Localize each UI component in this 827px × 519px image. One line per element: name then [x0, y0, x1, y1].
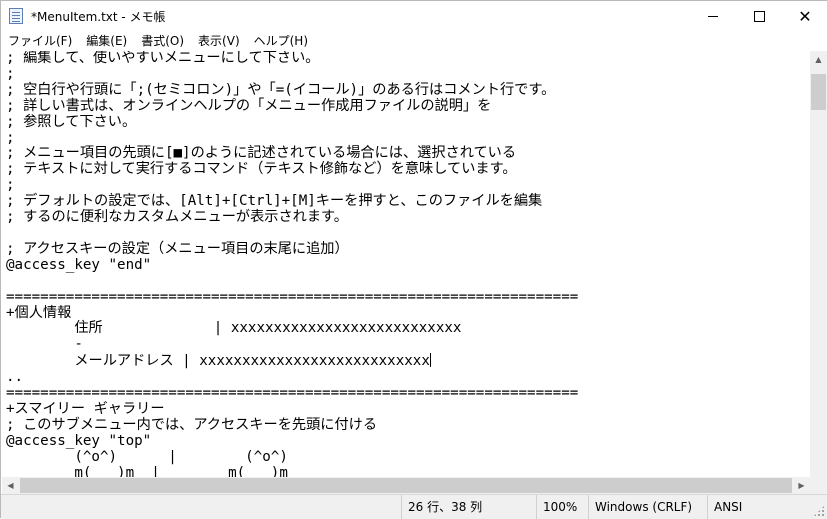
scroll-right-arrow-icon[interactable]: ▶: [793, 477, 810, 494]
menu-help[interactable]: ヘルプ(H): [247, 32, 315, 51]
text-caret: [429, 353, 431, 368]
editor-line[interactable]: ; メニュー項目の先頭に[■]のように記述されている場合には、選択されている: [6, 146, 578, 162]
title-bar[interactable]: *MenuItem.txt - メモ帳 ✕: [1, 1, 827, 32]
menu-edit[interactable]: 編集(E): [79, 32, 134, 51]
minimize-button[interactable]: [690, 1, 736, 32]
horizontal-scroll-thumb[interactable]: [20, 478, 792, 493]
editor-line[interactable]: ; 詳しい書式は、オンラインヘルプの「メニュー作成用ファイルの説明」を: [6, 98, 578, 115]
scrollbar-corner: [810, 477, 827, 494]
editor-line[interactable]: +スマイリー ギャラリー: [6, 401, 578, 418]
editor-line[interactable]: ========================================…: [6, 289, 578, 306]
editor-content[interactable]: ; 編集して、使いやすいメニューにして下さい。;; 空白行や行頭に「;(セミコロ…: [6, 51, 578, 481]
notepad-icon: [9, 8, 23, 24]
window-title: *MenuItem.txt - メモ帳: [31, 10, 166, 24]
editor-line[interactable]: ; デフォルトの設定では、[Alt]+[Ctrl]+[M]キーを押すと、このファ…: [6, 193, 578, 210]
vertical-scrollbar[interactable]: ▲ ▼: [810, 51, 827, 494]
menu-file[interactable]: ファイル(F): [1, 32, 79, 51]
editor-line[interactable]: -: [6, 336, 578, 353]
editor-line[interactable]: (^o^) | (^o^): [6, 449, 578, 466]
horizontal-scrollbar[interactable]: ◀ ▶: [2, 477, 810, 494]
maximize-button[interactable]: [736, 1, 782, 32]
editor-line[interactable]: ; テキストに対して実行するコマンド（テキスト修飾など）を意味しています。: [6, 161, 578, 178]
editor-line[interactable]: ; 参照して下さい。: [6, 114, 578, 131]
editor-line[interactable]: [6, 274, 578, 290]
editor-line[interactable]: ; 編集して、使いやすいメニューにして下さい。: [6, 51, 578, 67]
editor-line[interactable]: @access_key "end": [6, 257, 578, 274]
resize-grip-icon[interactable]: [813, 505, 825, 517]
editor-line[interactable]: ; このサブメニュー内では、アクセスキーを先頭に付ける: [6, 417, 578, 434]
editor-line[interactable]: ;: [6, 177, 578, 194]
editor-line[interactable]: メールアドレス | xxxxxxxxxxxxxxxxxxxxxxxxxxx: [6, 353, 578, 370]
editor-line[interactable]: ; アクセスキーの設定（メニュー項目の末尾に追加）: [6, 241, 578, 258]
close-icon: ✕: [798, 6, 812, 26]
editor-line[interactable]: ..: [6, 369, 578, 386]
status-bar: 26 行、38 列 100% Windows (CRLF) ANSI: [1, 494, 827, 519]
minimize-icon: [708, 16, 718, 17]
line-ending: Windows (CRLF): [588, 495, 707, 519]
maximize-icon: [753, 11, 765, 22]
editor-line[interactable]: ; するのに便利なカスタムメニューが表示されます。: [6, 209, 578, 226]
editor-line[interactable]: ; 空白行や行頭に「;(セミコロン)」や「=(イコール)」のある行はコメント行で…: [6, 82, 578, 99]
editor-line[interactable]: ;: [6, 66, 578, 83]
menu-bar: ファイル(F) 編集(E) 書式(O) 表示(V) ヘルプ(H): [1, 32, 827, 51]
scroll-left-arrow-icon[interactable]: ◀: [2, 477, 19, 494]
encoding: ANSI: [707, 495, 811, 519]
zoom-level: 100%: [536, 495, 588, 519]
scroll-up-arrow-icon[interactable]: ▲: [810, 51, 827, 68]
close-button[interactable]: ✕: [782, 1, 827, 32]
editor-line[interactable]: 住所 | xxxxxxxxxxxxxxxxxxxxxxxxxxx: [6, 321, 578, 337]
notepad-window: *MenuItem.txt - メモ帳 ✕ ファイル(F) 編集(E) 書式(O…: [0, 0, 827, 519]
editor-line[interactable]: +個人情報: [6, 305, 578, 322]
cursor-position: 26 行、38 列: [401, 495, 536, 519]
editor-line[interactable]: ========================================…: [6, 385, 578, 402]
text-editor[interactable]: ; 編集して、使いやすいメニューにして下さい。;; 空白行や行頭に「;(セミコロ…: [2, 51, 810, 494]
vertical-scroll-thumb[interactable]: [811, 74, 826, 110]
menu-view[interactable]: 表示(V): [191, 32, 247, 51]
editor-line[interactable]: @access_key "top": [6, 433, 578, 450]
editor-line[interactable]: [6, 226, 578, 242]
menu-format[interactable]: 書式(O): [134, 32, 191, 51]
